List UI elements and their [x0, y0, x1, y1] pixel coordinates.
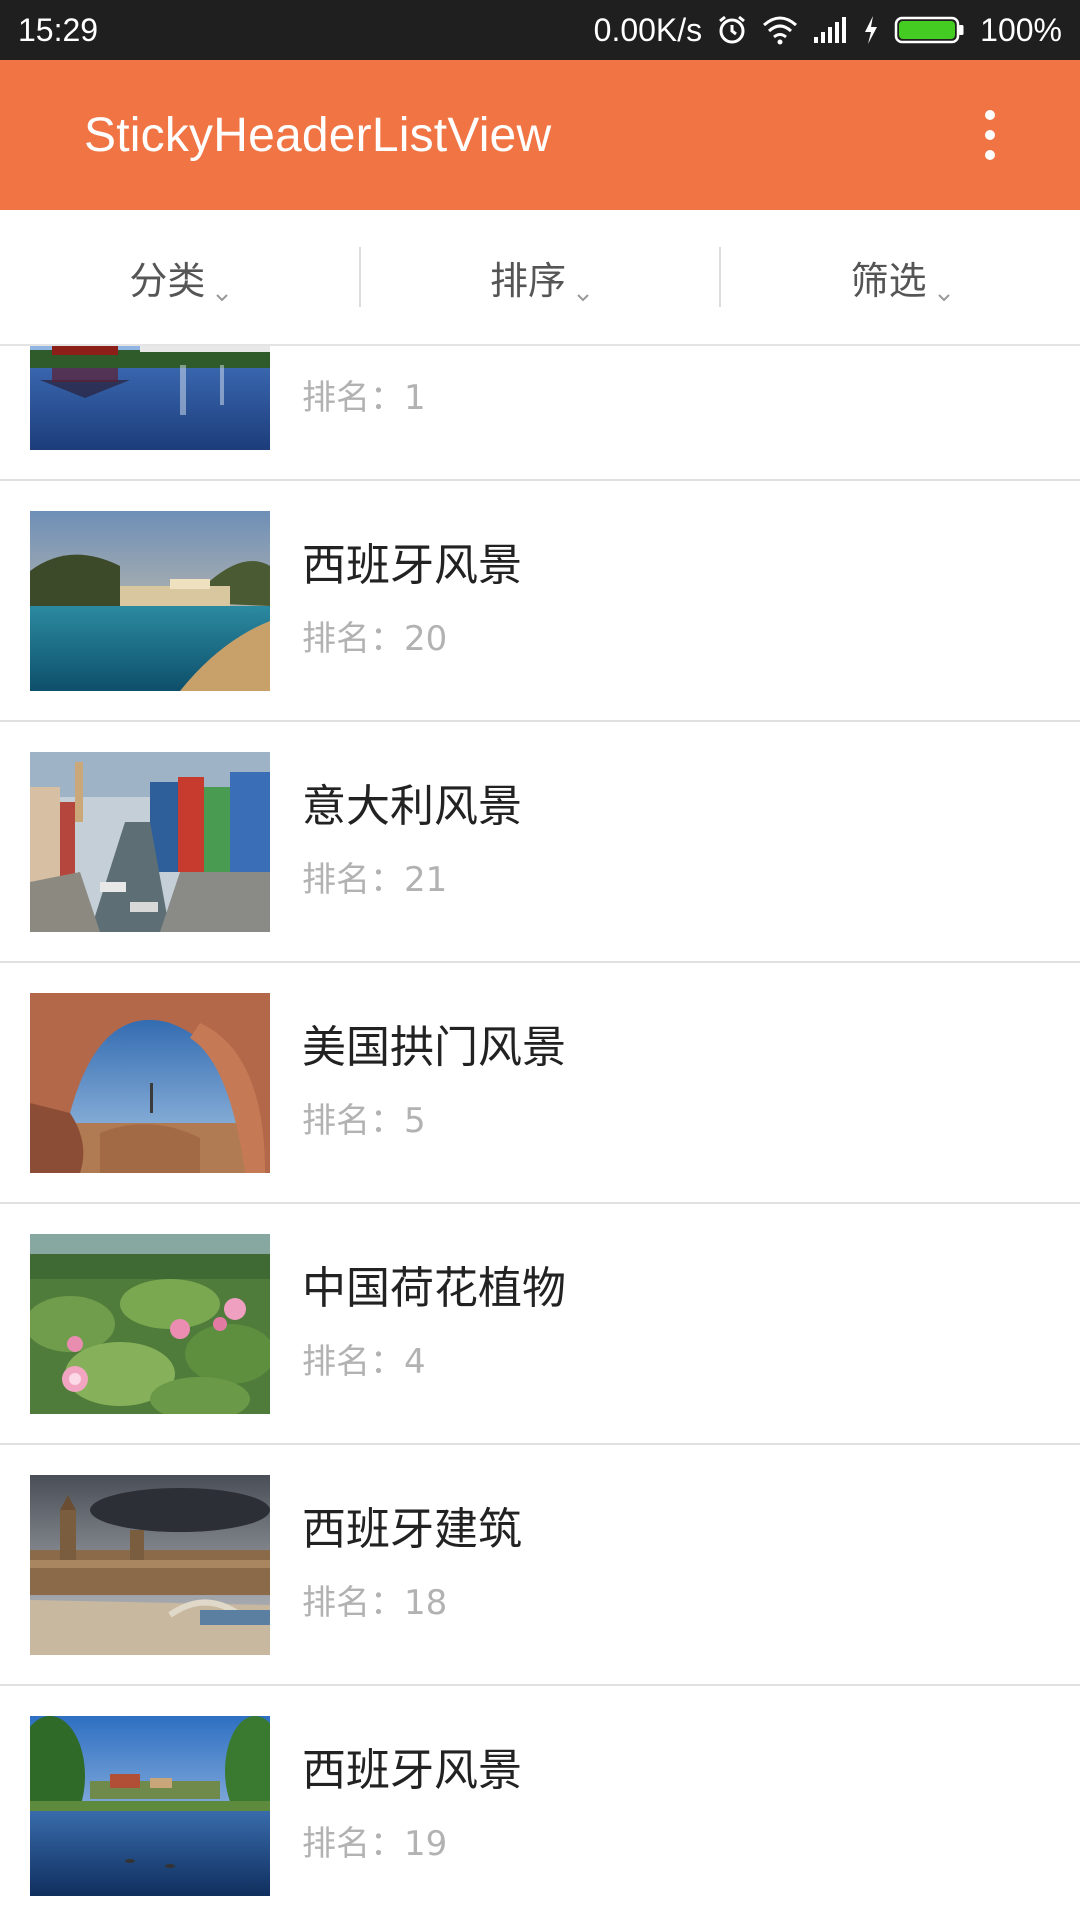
app-bar: StickyHeaderListView — [0, 60, 1080, 210]
pagoda-lake-photo — [30, 346, 270, 450]
signal-icon — [812, 10, 848, 50]
charging-icon — [862, 10, 880, 50]
list-item[interactable]: 排名：1 — [0, 346, 1080, 481]
list-item[interactable]: 美国拱门风景 排名：5 — [0, 963, 1080, 1204]
battery-icon — [894, 10, 966, 50]
list-item[interactable]: 西班牙风景 排名：19 — [0, 1686, 1080, 1920]
item-rank: 排名：21 — [302, 860, 448, 900]
filter-category-label: 分类 — [129, 258, 206, 303]
item-title: 中国荷花植物 — [302, 1263, 566, 1314]
alarm-icon — [716, 10, 748, 50]
chevron-down-icon — [576, 270, 590, 302]
filter-bar: 分类 排序 筛选 — [0, 210, 1080, 346]
scenery-list-content: 排名：1 西班牙风景 排名：20 意大利风景 排名：21 美国拱门风景 排名：5… — [0, 346, 1080, 1920]
overflow-menu-icon[interactable] — [970, 110, 1010, 160]
chevron-down-icon — [215, 270, 229, 302]
list-item[interactable]: 意大利风景 排名：21 — [0, 722, 1080, 963]
status-time: 15:29 — [18, 11, 99, 48]
lotus-pond-photo — [30, 1234, 270, 1414]
list-item[interactable]: 西班牙风景 排名：20 — [0, 481, 1080, 722]
battery-percent: 100% — [980, 11, 1062, 48]
filter-category[interactable]: 分类 — [0, 210, 359, 344]
item-title: 美国拱门风景 — [302, 1022, 566, 1073]
scenery-list[interactable]: 排名：1 西班牙风景 排名：20 意大利风景 排名：21 美国拱门风景 排名：5… — [0, 346, 1080, 1920]
item-rank: 排名：20 — [302, 619, 448, 659]
chevron-down-icon — [937, 270, 951, 302]
app-title: StickyHeaderListView — [84, 108, 552, 162]
filter-screen-label: 筛选 — [850, 258, 927, 303]
item-rank: 排名：5 — [302, 1101, 426, 1141]
item-rank: 排名：1 — [302, 378, 426, 418]
rock-arch-photo — [30, 993, 270, 1173]
status-bar: 15:29 0.00K/s 100% — [0, 0, 1080, 60]
item-rank: 排名：18 — [302, 1583, 448, 1623]
list-item[interactable]: 西班牙建筑 排名：18 — [0, 1445, 1080, 1686]
item-title: 意大利风景 — [302, 781, 522, 832]
list-item[interactable]: 中国荷花植物 排名：4 — [0, 1204, 1080, 1445]
lake-village-photo — [30, 1716, 270, 1896]
plaza-building-photo — [30, 1475, 270, 1655]
item-title: 西班牙风景 — [302, 1745, 522, 1796]
status-icons: 0.00K/s 100% — [594, 10, 1062, 50]
item-rank: 排名：4 — [302, 1342, 426, 1382]
item-title: 西班牙建筑 — [302, 1504, 522, 1555]
network-speed: 0.00K/s — [593, 11, 703, 48]
item-title: 西班牙风景 — [302, 540, 522, 591]
filter-screen[interactable]: 筛选 — [721, 210, 1080, 344]
filter-sort-label: 排序 — [490, 258, 567, 303]
coast-beach-photo — [30, 511, 270, 691]
item-rank: 排名：19 — [302, 1824, 448, 1864]
wifi-icon — [762, 10, 798, 50]
filter-sort[interactable]: 排序 — [361, 210, 720, 344]
canal-houses-photo — [30, 752, 270, 932]
